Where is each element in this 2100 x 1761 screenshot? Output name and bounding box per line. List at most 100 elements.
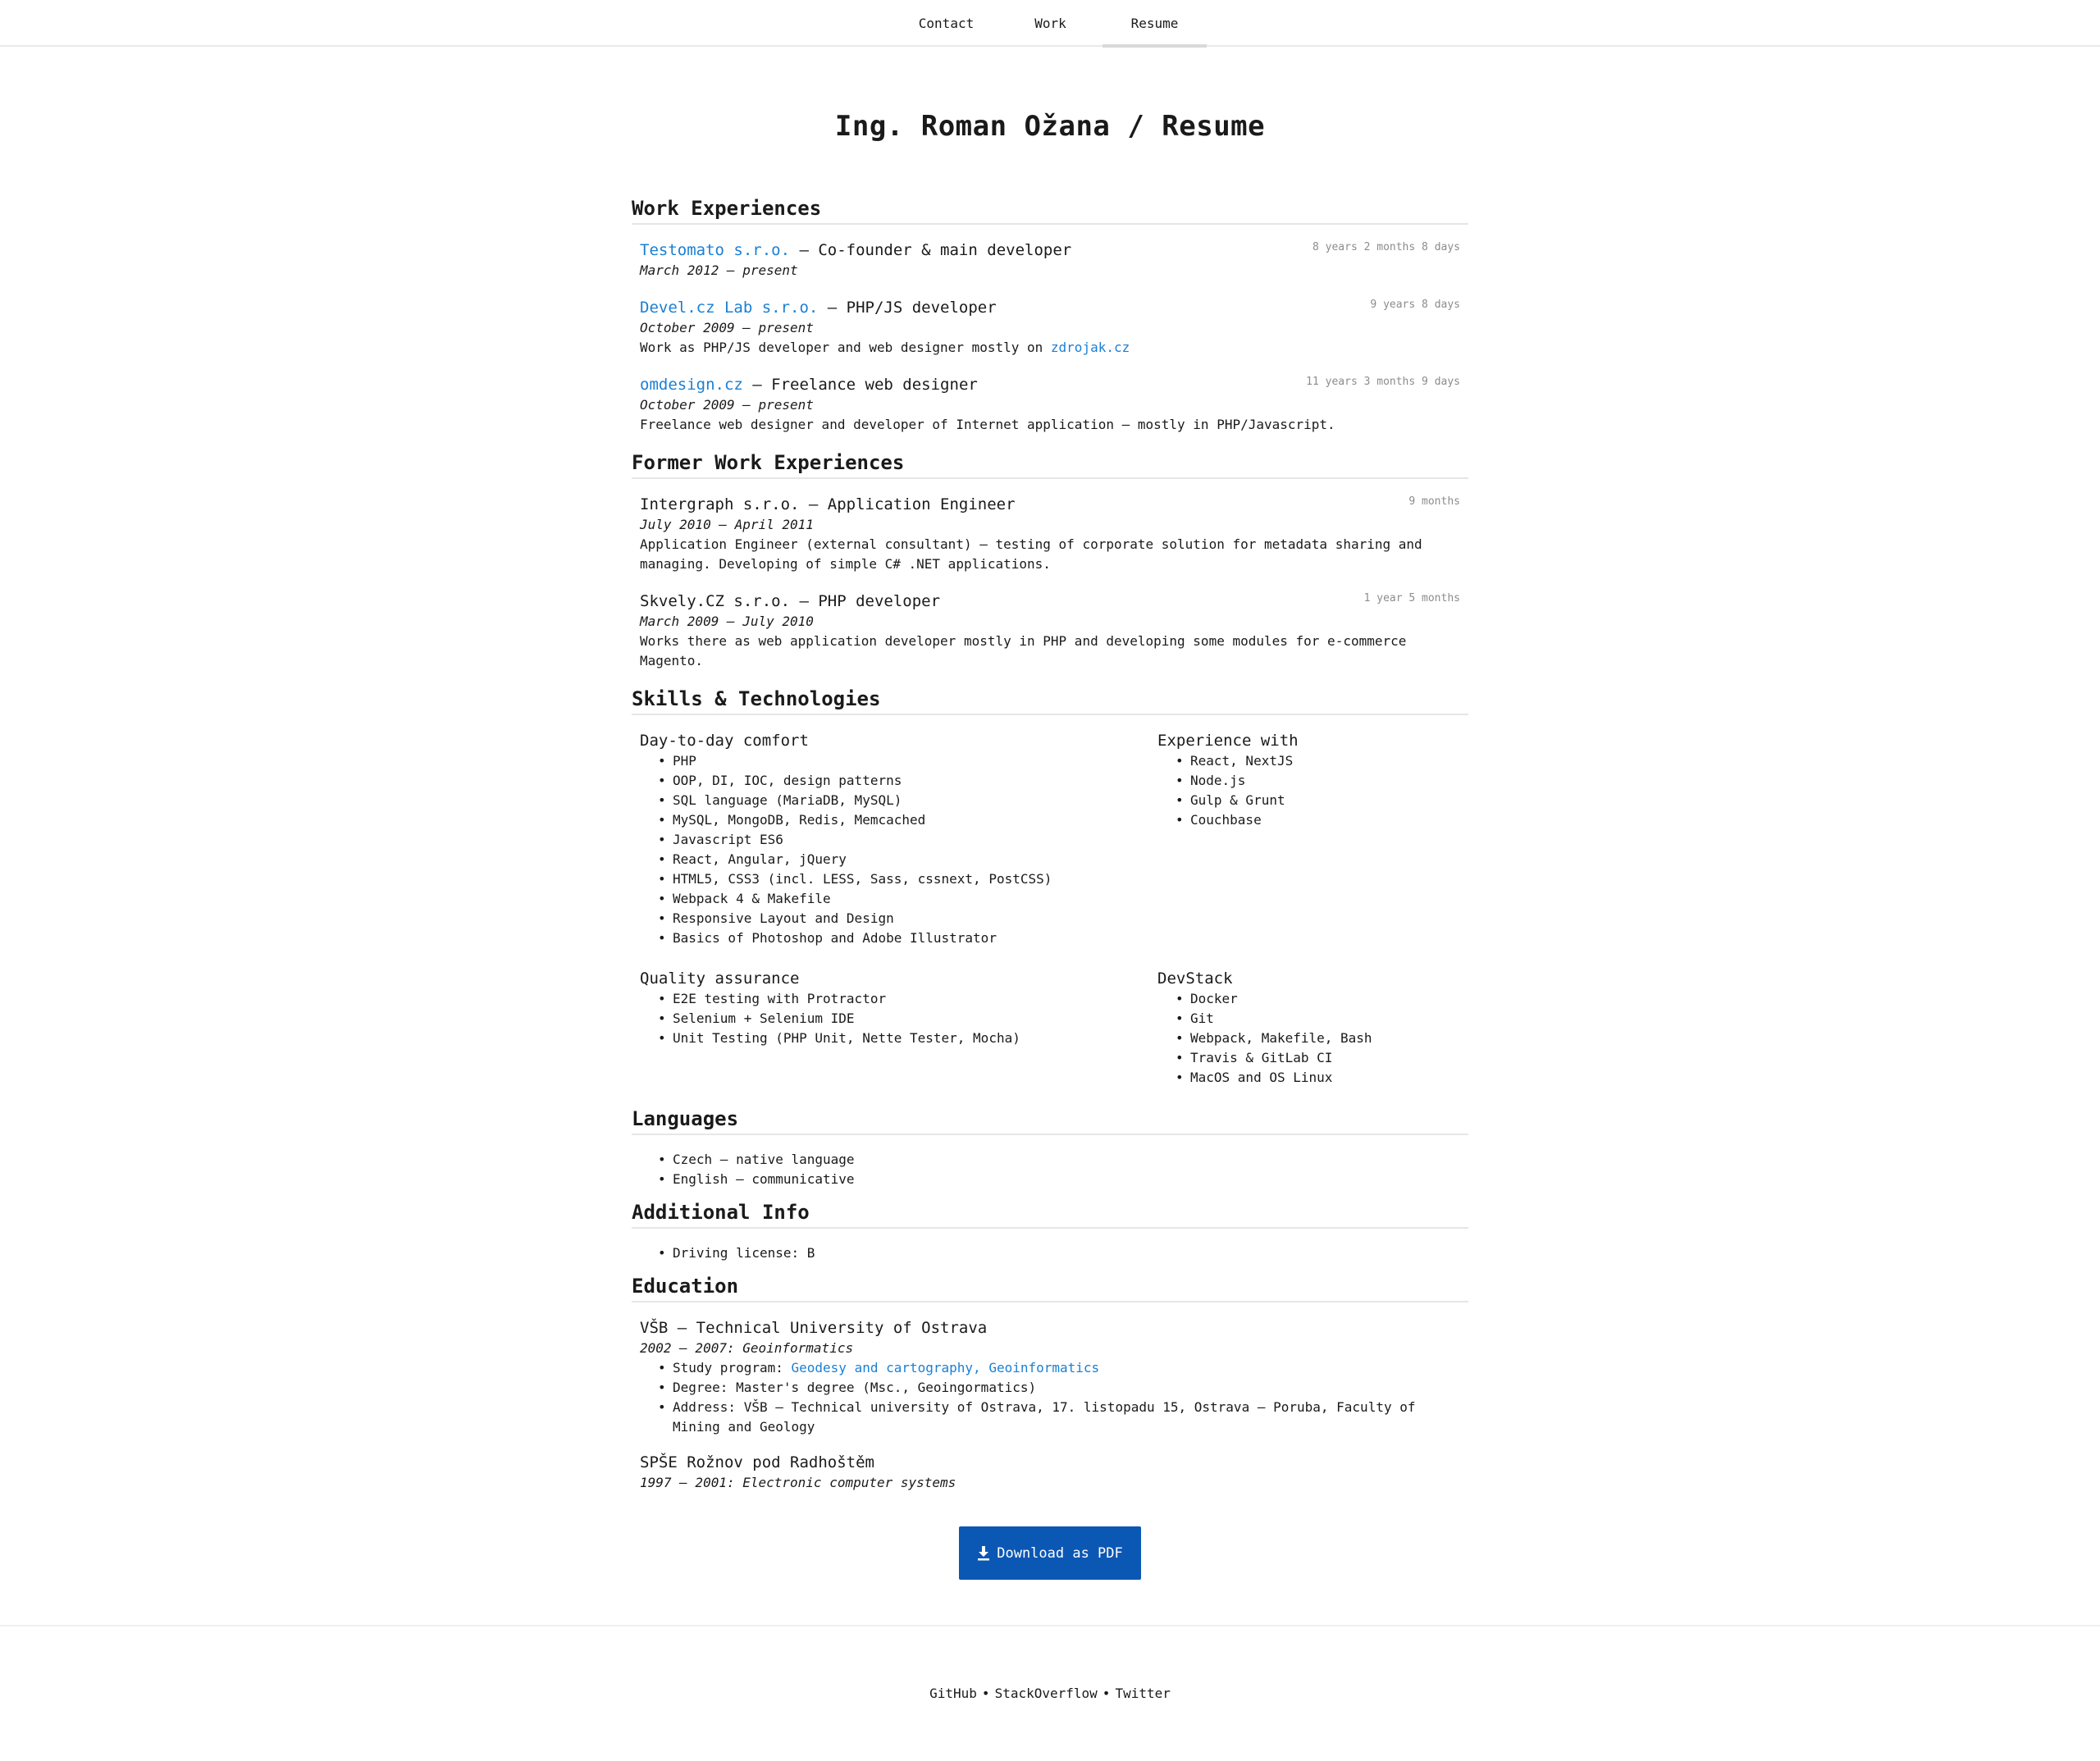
job-description: Application Engineer (external consultan…: [640, 536, 1422, 572]
work-section-title: Work Experiences: [632, 197, 1468, 225]
skill-group-title: Experience with: [1157, 732, 1299, 750]
skill-group-title: DevStack: [1157, 969, 1233, 988]
list-item: Selenium + Selenium IDE: [640, 1009, 1157, 1029]
education-entry: VŠB – Technical University of Ostrava 20…: [632, 1317, 1468, 1437]
job-entry: omdesign.cz — Freelance web designer 11 …: [632, 374, 1468, 435]
company-link[interactable]: omdesign.cz: [640, 376, 743, 394]
list-item: OOP, DI, IOC, design patterns: [640, 771, 1157, 791]
job-duration: 11 years 3 months 9 days: [1306, 376, 1460, 388]
job-duration: 9 years 8 days: [1370, 299, 1460, 311]
list-item: Docker: [1157, 989, 1468, 1009]
list-item: Czech — native language: [640, 1150, 1468, 1170]
twitter-link[interactable]: Twitter: [1115, 1686, 1170, 1701]
school-name: SPŠE Rožnov pod Radhoštěm: [640, 1453, 874, 1471]
skill-list: React, NextJS Node.js Gulp & Grunt Couch…: [1157, 751, 1468, 830]
education-section-title: Education: [632, 1275, 1468, 1303]
footer-links: GitHub • StackOverflow • Twitter: [0, 1686, 2100, 1701]
download-icon: [978, 1545, 990, 1560]
skill-group-title: Day-to-day comfort: [640, 732, 809, 750]
job-date: March 2009 — July 2010: [640, 614, 814, 629]
list-item: Driving license: B: [640, 1243, 1468, 1263]
job-duration: 1 year 5 months: [1363, 592, 1460, 604]
skills-section-title: Skills & Technologies: [632, 687, 1468, 715]
top-nav: Contact Work Resume: [0, 0, 2100, 48]
job-date: March 2012 — present: [640, 262, 798, 278]
job-desc-text: Work as PHP/JS developer and web designe…: [640, 340, 1051, 355]
list-item: HTML5, CSS3 (incl. LESS, Sass, cssnext, …: [640, 869, 1157, 889]
skill-group: Day-to-day comfort PHP OOP, DI, IOC, des…: [640, 730, 1157, 948]
nav-tabs: Contact Work Resume: [894, 0, 1207, 48]
skills-grid: Day-to-day comfort PHP OOP, DI, IOC, des…: [632, 730, 1468, 1107]
languages-list: Czech — native language English — commun…: [632, 1150, 1468, 1189]
github-link[interactable]: GitHub: [929, 1686, 977, 1701]
list-item: MacOS and OS Linux: [1157, 1068, 1468, 1088]
zdrojak-link[interactable]: zdrojak.cz: [1051, 340, 1130, 355]
job-role: — Freelance web designer: [742, 376, 978, 394]
footer-separator: •: [981, 1686, 990, 1701]
list-item: React, Angular, jQuery: [640, 850, 1157, 869]
job-description: Work as PHP/JS developer and web designe…: [640, 338, 1468, 358]
program-label: Study program:: [673, 1360, 792, 1375]
download-wrap: Download as PDF: [0, 1526, 2100, 1580]
skill-list: Docker Git Webpack, Makefile, Bash Travi…: [1157, 989, 1468, 1088]
list-item: Git: [1157, 1009, 1468, 1029]
list-item: Address: VŠB – Technical university of O…: [640, 1398, 1468, 1437]
tab-contact[interactable]: Contact: [894, 0, 998, 46]
list-item: Responsive Layout and Design: [640, 909, 1157, 928]
job-head: Skvely.CZ s.r.o. — PHP developer: [640, 592, 941, 610]
list-item: E2E testing with Protractor: [640, 989, 1157, 1009]
skill-group: DevStack Docker Git Webpack, Makefile, B…: [1157, 968, 1468, 1088]
job-entry: Testomato s.r.o. — Co-founder & main dev…: [632, 240, 1468, 281]
job-entry: Intergraph s.r.o. — Application Engineer…: [632, 494, 1468, 574]
job-description: Works there as web application developer…: [640, 633, 1407, 668]
additional-list: Driving license: B: [632, 1243, 1468, 1263]
list-item: MySQL, MongoDB, Redis, Memcached: [640, 810, 1157, 830]
job-date: July 2010 — April 2011: [640, 517, 814, 532]
page-title: Ing. Roman Ožana / Resume: [834, 110, 1266, 143]
former-section-title: Former Work Experiences: [632, 451, 1468, 479]
list-item: Couchbase: [1157, 810, 1468, 830]
work-section: Work Experiences Testomato s.r.o. — Co-f…: [632, 197, 1468, 435]
list-item: PHP: [640, 751, 1157, 771]
company-link[interactable]: Devel.cz Lab s.r.o.: [640, 299, 818, 317]
job-duration: 8 years 2 months 8 days: [1312, 241, 1460, 253]
list-item: Javascript ES6: [640, 830, 1157, 850]
languages-section-title: Languages: [632, 1107, 1468, 1135]
company-link[interactable]: Testomato s.r.o.: [640, 241, 790, 259]
list-item: Webpack 4 & Makefile: [640, 889, 1157, 909]
job-description: Freelance web designer and developer of …: [640, 417, 1335, 432]
skill-list: PHP OOP, DI, IOC, design patterns SQL la…: [640, 751, 1157, 948]
job-duration: 9 months: [1408, 495, 1460, 508]
tab-resume[interactable]: Resume: [1102, 0, 1207, 48]
education-section: Education VŠB – Technical University of …: [632, 1275, 1468, 1493]
list-item: Degree: Master's degree (Msc., Geoingorm…: [640, 1378, 1468, 1398]
tab-work[interactable]: Work: [998, 0, 1102, 46]
school-name: VŠB – Technical University of Ostrava: [640, 1319, 988, 1337]
job-head: Intergraph s.r.o. — Application Engineer: [640, 495, 1016, 513]
job-entry: Devel.cz Lab s.r.o. — PHP/JS developer 9…: [632, 297, 1468, 358]
list-item: Unit Testing (PHP Unit, Nette Tester, Mo…: [640, 1029, 1157, 1048]
job-entry: Skvely.CZ s.r.o. — PHP developer 1 year …: [632, 591, 1468, 671]
footer: GitHub • StackOverflow • Twitter: [0, 1625, 2100, 1761]
job-head: Devel.cz Lab s.r.o. — PHP/JS developer: [640, 297, 1468, 318]
skill-group: Quality assurance E2E testing with Protr…: [640, 968, 1157, 1088]
list-item: Node.js: [1157, 771, 1468, 791]
skill-group-title: Quality assurance: [640, 969, 800, 988]
list-item: Study program: Geodesy and cartography, …: [640, 1358, 1468, 1378]
school-details: Study program: Geodesy and cartography, …: [640, 1358, 1468, 1437]
stackoverflow-link[interactable]: StackOverflow: [995, 1686, 1098, 1701]
list-item: Basics of Photoshop and Adobe Illustrato…: [640, 928, 1157, 948]
list-item: Webpack, Makefile, Bash: [1157, 1029, 1468, 1048]
list-item: React, NextJS: [1157, 751, 1468, 771]
school-date: 1997 — 2001: Electronic computer systems: [640, 1475, 956, 1490]
skill-list: E2E testing with Protractor Selenium + S…: [640, 989, 1157, 1048]
education-entry: SPŠE Rožnov pod Radhoštěm 1997 — 2001: E…: [632, 1452, 1468, 1493]
additional-section-title: Additional Info: [632, 1201, 1468, 1229]
list-item: SQL language (MariaDB, MySQL): [640, 791, 1157, 810]
former-section: Former Work Experiences Intergraph s.r.o…: [632, 451, 1468, 671]
download-label: Download as PDF: [997, 1544, 1123, 1562]
program-link[interactable]: Geodesy and cartography, Geoinformatics: [792, 1360, 1100, 1375]
resume-content: Work Experiences Testomato s.r.o. — Co-f…: [632, 197, 1468, 1508]
download-pdf-button[interactable]: Download as PDF: [959, 1526, 1141, 1580]
list-item: Travis & GitLab CI: [1157, 1048, 1468, 1068]
